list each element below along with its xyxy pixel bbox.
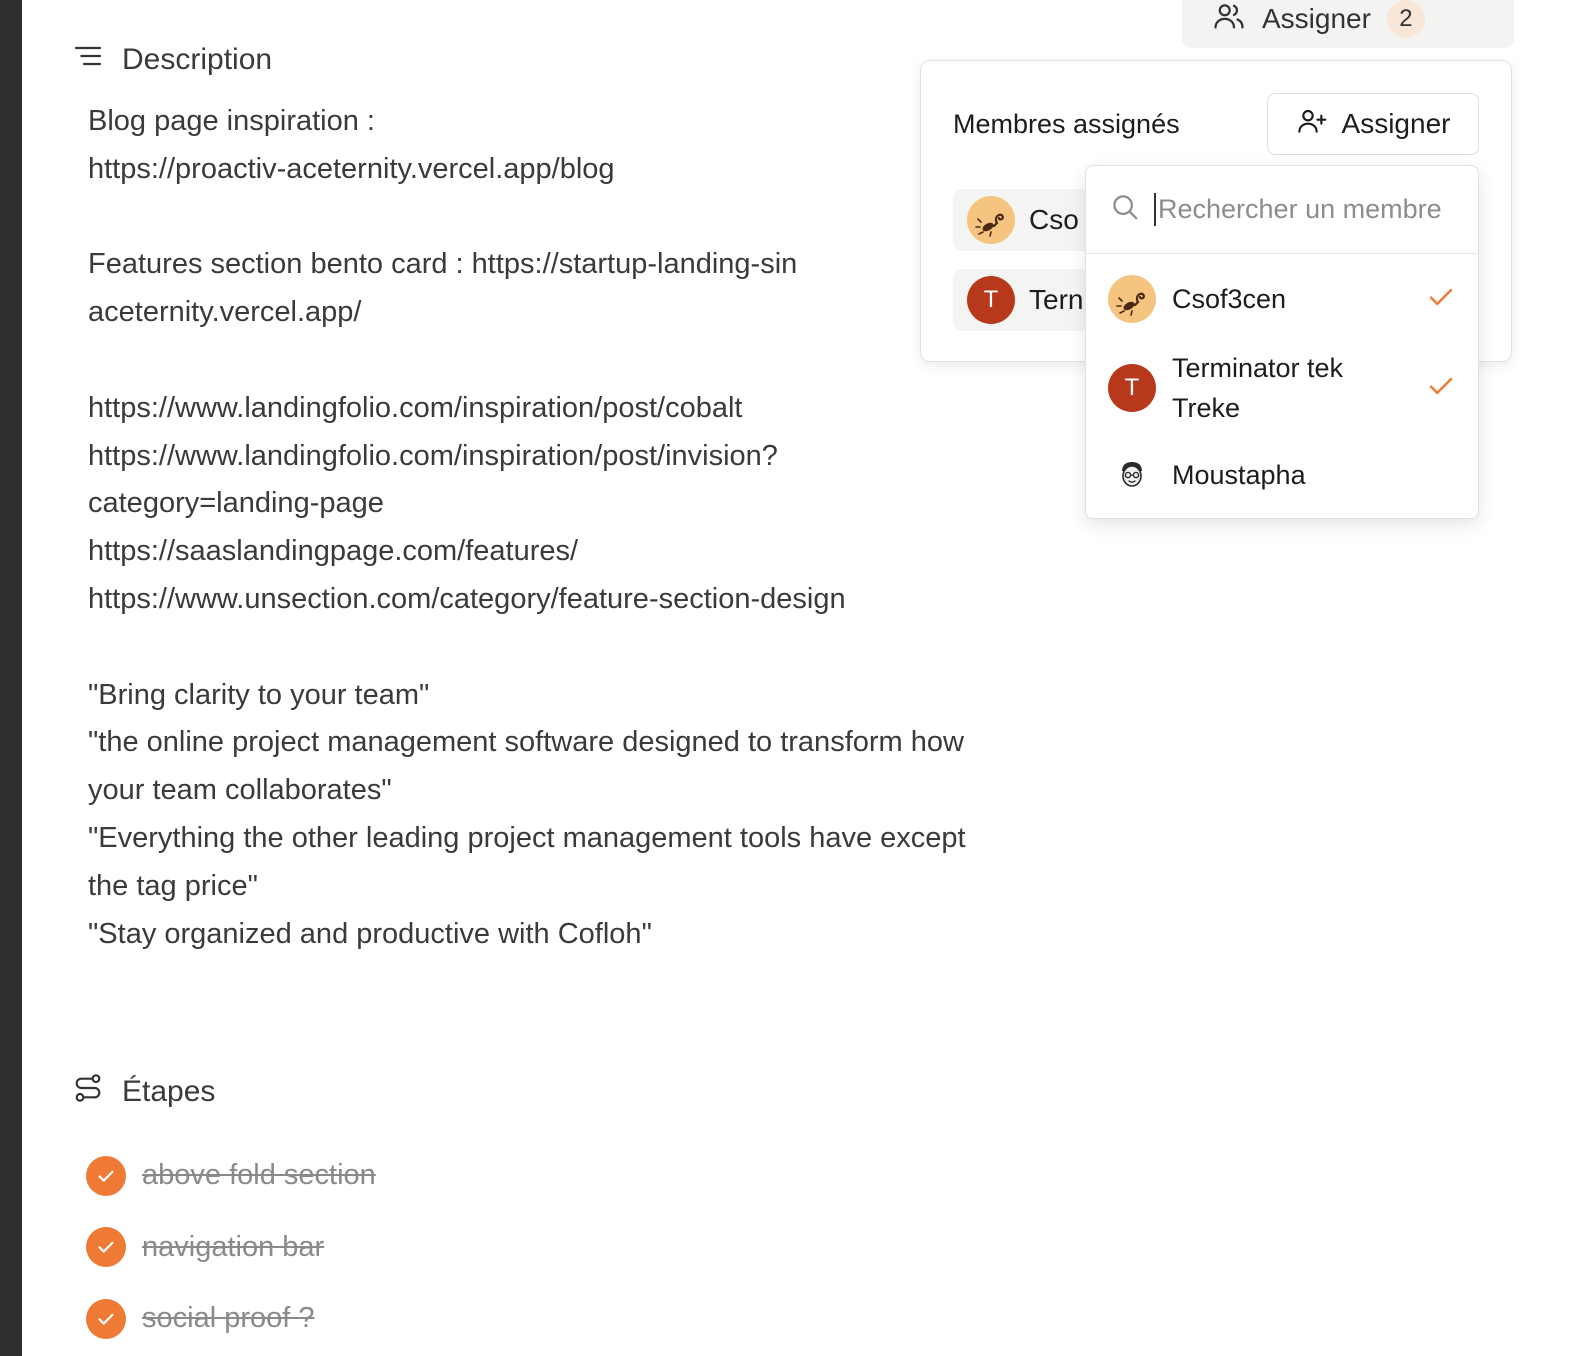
step-label: navigation bar <box>142 1230 325 1263</box>
description-line: the tag price" <box>88 869 258 902</box>
checkmark-circle-icon[interactable] <box>86 1298 126 1339</box>
description-line: "Everything the other leading project ma… <box>88 821 966 854</box>
description-line: https://saaslandingpage.com/features/ <box>88 535 579 568</box>
member-option[interactable]: Moustapha <box>1086 450 1478 500</box>
member-search-input[interactable] <box>1154 193 1470 226</box>
step-label: above fold section <box>142 1159 376 1192</box>
description-line: "Stay organized and productive with Cofl… <box>88 917 652 950</box>
chip-name: Tern <box>1029 284 1084 315</box>
description-line: "Bring clarity to your team" <box>88 678 430 711</box>
description-line: https://www.unsection.com/category/featu… <box>88 582 846 615</box>
scorpion-avatar-icon <box>1108 275 1156 323</box>
assign-member-button[interactable]: Assigner <box>1267 93 1479 155</box>
user-plus-icon <box>1296 105 1328 144</box>
step-label: social proof ? <box>142 1302 315 1335</box>
face-avatar-icon <box>1108 451 1156 499</box>
description-line: https://www.landingfolio.com/inspiration… <box>88 391 743 424</box>
member-option[interactable]: Csof3cen <box>1086 274 1478 324</box>
steps-list: above fold section navigation bar social… <box>86 1140 376 1355</box>
member-name: Terminator tek Treke <box>1172 353 1344 423</box>
description-line: https://www.landingfolio.com/inspiration… <box>88 439 778 472</box>
letter-avatar: T <box>967 276 1015 324</box>
assigned-members-title: Membres assignés <box>953 109 1180 139</box>
assign-toggle-button[interactable]: Assigner 2 <box>1182 0 1514 48</box>
assign-count-badge: 2 <box>1386 0 1425 38</box>
description-line: "the online project management software … <box>88 726 964 759</box>
task-detail-page: Assigner 2 Description Blog page inspira… <box>22 0 1578 1356</box>
search-icon <box>1110 192 1140 227</box>
assign-member-label: Assigner <box>1341 108 1451 139</box>
step-item[interactable]: social proof ? <box>86 1283 376 1355</box>
assign-label: Assigner <box>1262 3 1371 34</box>
search-row <box>1086 166 1478 254</box>
description-line: your team collaborates" <box>88 774 392 807</box>
letter-avatar: T <box>1108 364 1156 412</box>
scorpion-avatar-icon <box>967 196 1015 244</box>
description-heading: Description <box>72 40 272 80</box>
users-icon <box>1212 0 1246 40</box>
steps-heading: Étapes <box>72 1072 215 1112</box>
text-align-icon <box>72 40 104 80</box>
member-option[interactable]: T Terminator tek Treke <box>1086 346 1478 430</box>
description-line <box>88 624 1148 672</box>
member-name: Moustapha <box>1172 460 1306 490</box>
description-line: category=landing-page <box>88 487 384 520</box>
checkmark-circle-icon[interactable] <box>86 1155 126 1196</box>
steps-title: Étapes <box>122 1075 216 1108</box>
member-search-dropdown: Csof3cen T Terminator tek Treke <box>1085 165 1479 519</box>
step-item[interactable]: above fold section <box>86 1140 376 1212</box>
description-title: Description <box>122 43 273 76</box>
chip-name: Cso <box>1029 204 1079 235</box>
route-icon <box>72 1072 104 1112</box>
step-item[interactable]: navigation bar <box>86 1212 376 1284</box>
check-icon <box>1426 282 1456 317</box>
checkmark-circle-icon[interactable] <box>86 1227 126 1268</box>
check-icon <box>1426 371 1456 406</box>
member-name: Csof3cen <box>1172 284 1287 314</box>
